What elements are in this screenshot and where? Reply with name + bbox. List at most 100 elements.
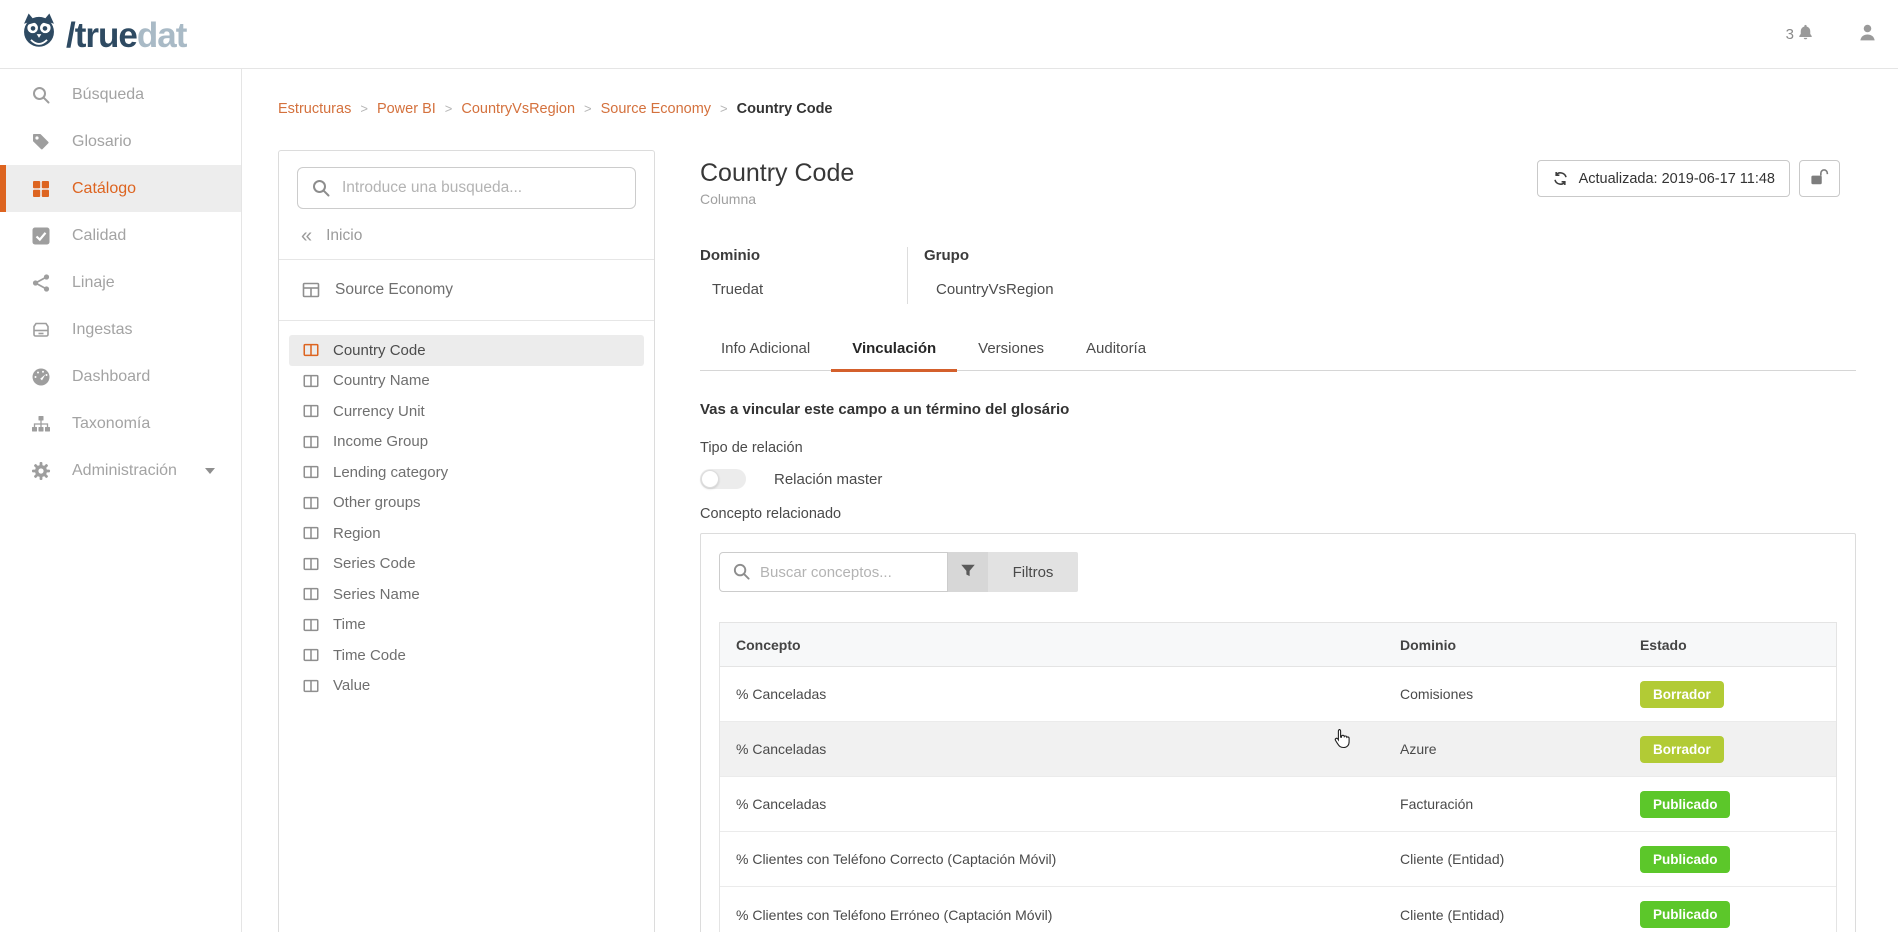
structure-column-label: Lending category	[333, 464, 448, 481]
group-value: CountryVsRegion	[924, 281, 1054, 298]
check-square-icon	[30, 226, 52, 246]
column-list: Country Code Country Name Currency Unit	[279, 321, 654, 711]
structure-column-item[interactable]: Income Group	[289, 427, 644, 458]
search-icon	[30, 85, 52, 105]
cell-concepto: % Clientes con Teléfono Correcto (Captac…	[720, 851, 1384, 867]
table-row[interactable]: % Canceladas Azure Borrador	[720, 722, 1836, 777]
structure-column-label: Time Code	[333, 647, 406, 664]
unlock-button[interactable]	[1799, 160, 1840, 197]
column-icon	[302, 555, 320, 573]
table-row[interactable]: % Clientes con Teléfono Correcto (Captac…	[720, 832, 1836, 887]
parent-structure-label: Source Economy	[335, 281, 453, 299]
structure-panel: « Inicio Source Economy Country Code	[278, 150, 655, 932]
toggle-knob	[701, 470, 719, 488]
tab[interactable]: Versiones	[957, 330, 1065, 370]
sidebar-item-busqueda[interactable]: Búsqueda	[0, 71, 241, 118]
column-icon	[302, 494, 320, 512]
sidebar-item-label: Catálogo	[72, 180, 136, 198]
cell-concepto: % Canceladas	[720, 796, 1384, 812]
structure-column-item[interactable]: Series Code	[289, 549, 644, 580]
notifications-button[interactable]: 3	[1786, 23, 1815, 46]
sidebar-item-calidad[interactable]: Calidad	[0, 212, 241, 259]
sidebar-item-label: Calidad	[72, 227, 126, 245]
sidebar-item-catalogo[interactable]: Catálogo	[0, 165, 241, 212]
breadcrumb-link-powerbi[interactable]: Power BI	[377, 101, 436, 117]
breadcrumb-current: Country Code	[737, 101, 833, 117]
column-icon	[302, 524, 320, 542]
top-actions: 3	[1786, 0, 1878, 69]
cell-dominio: Cliente (Entidad)	[1384, 907, 1624, 923]
column-icon	[302, 341, 320, 359]
truedat-logo[interactable]: /truedat	[16, 10, 186, 61]
sidebar-item-taxonomia[interactable]: Taxonomía	[0, 400, 241, 447]
sidebar-item-label: Glosario	[72, 133, 132, 151]
filter-funnel-button[interactable]	[948, 552, 988, 592]
structure-column-item[interactable]: Series Name	[289, 579, 644, 610]
tab[interactable]: Auditoría	[1065, 330, 1167, 370]
tag-icon	[30, 132, 52, 152]
structure-column-item[interactable]: Time Code	[289, 640, 644, 671]
collapse-icon: «	[301, 229, 312, 243]
table-row[interactable]: % Clientes con Teléfono Erróneo (Captaci…	[720, 887, 1836, 932]
refresh-updated-button[interactable]: Actualizada: 2019-06-17 11:48	[1537, 160, 1790, 197]
notification-count: 3	[1786, 26, 1794, 43]
breadcrumb: Estructuras > Power BI > CountryVsRegion > Sou…	[278, 101, 833, 117]
owl-logo-icon	[16, 10, 62, 61]
user-menu-button[interactable]	[1857, 22, 1878, 48]
sidebar-item-label: Administración	[72, 462, 177, 480]
status-badge: Borrador	[1640, 736, 1724, 763]
structure-column-item[interactable]: Country Code	[289, 335, 644, 366]
structure-column-label: Other groups	[333, 494, 421, 511]
back-to-home-link[interactable]: « Inicio	[279, 209, 654, 259]
table-header-row: Concepto Dominio Estado	[720, 623, 1836, 667]
domain-label: Dominio	[700, 247, 907, 264]
tab[interactable]: Info Adicional	[700, 330, 831, 370]
structure-column-item[interactable]: Country Name	[289, 366, 644, 397]
concept-search-input[interactable]	[719, 552, 948, 592]
sidebar-item-linaje[interactable]: Linaje	[0, 259, 241, 306]
search-icon	[732, 562, 751, 586]
column-icon	[302, 585, 320, 603]
unlock-icon	[1809, 168, 1830, 189]
status-badge: Borrador	[1640, 681, 1724, 708]
related-concept-label: Concepto relacionado	[700, 506, 1856, 522]
table-row[interactable]: % Canceladas Comisiones Borrador	[720, 667, 1836, 722]
cell-dominio: Cliente (Entidad)	[1384, 851, 1624, 867]
sidebar-item-administracion[interactable]: Administración	[0, 447, 241, 494]
sidebar-item-ingestas[interactable]: Ingestas	[0, 306, 241, 353]
structure-column-item[interactable]: Region	[289, 518, 644, 549]
breadcrumb-separator: >	[720, 101, 728, 116]
structure-column-label: Series Code	[333, 555, 416, 572]
structure-column-label: Series Name	[333, 586, 420, 603]
header-dominio: Dominio	[1384, 637, 1624, 653]
status-badge: Publicado	[1640, 846, 1731, 873]
chevron-down-icon	[205, 468, 215, 474]
structure-column-label: Region	[333, 525, 381, 542]
breadcrumb-separator: >	[584, 101, 592, 116]
structure-column-item[interactable]: Other groups	[289, 488, 644, 519]
structure-column-item[interactable]: Time	[289, 610, 644, 641]
structure-column-item[interactable]: Value	[289, 671, 644, 702]
structure-search-input[interactable]	[297, 167, 636, 209]
toggle-label: Relación master	[774, 471, 882, 488]
sidebar-item-dashboard[interactable]: Dashboard	[0, 353, 241, 400]
sidebar-item-label: Linaje	[72, 274, 115, 292]
metadata-section: Dominio Truedat Grupo CountryVsRegion	[700, 247, 1856, 304]
home-label: Inicio	[326, 227, 362, 245]
structure-column-item[interactable]: Lending category	[289, 457, 644, 488]
tab[interactable]: Vinculación	[831, 330, 957, 370]
table-row[interactable]: % Canceladas Facturación Publicado	[720, 777, 1836, 832]
related-concepts-panel: Filtros Concepto Dominio Estado % Cancel…	[700, 533, 1856, 932]
structure-column-label: Country Code	[333, 342, 426, 359]
relation-master-toggle[interactable]	[700, 469, 746, 489]
sidebar-item-glosario[interactable]: Glosario	[0, 118, 241, 165]
parent-structure-item[interactable]: Source Economy	[279, 260, 654, 320]
structure-column-item[interactable]: Currency Unit	[289, 396, 644, 427]
breadcrumb-link-sourceeconomy[interactable]: Source Economy	[601, 101, 711, 117]
domain-value: Truedat	[700, 281, 907, 298]
column-icon	[302, 372, 320, 390]
filters-button[interactable]: Filtros	[988, 552, 1078, 592]
breadcrumb-separator: >	[445, 101, 453, 116]
breadcrumb-link-countryvsregion[interactable]: CountryVsRegion	[461, 101, 575, 117]
breadcrumb-link-estructuras[interactable]: Estructuras	[278, 101, 351, 117]
